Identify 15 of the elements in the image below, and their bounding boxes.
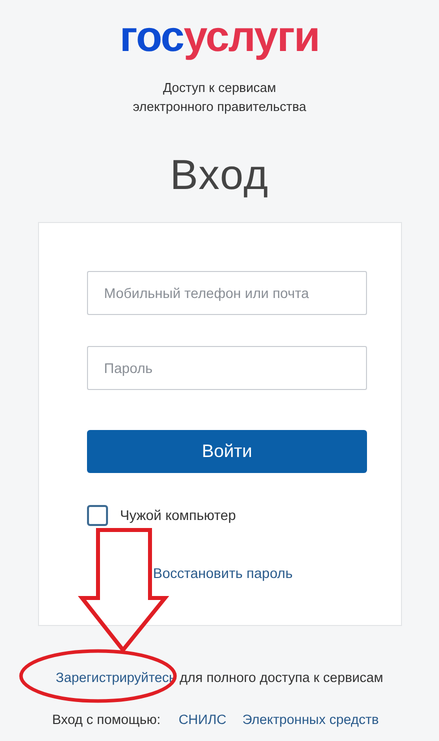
login-button[interactable]: Войти: [87, 430, 367, 473]
tagline-text: Доступ к сервисам: [162, 80, 276, 95]
checkbox-label: Чужой компьютер: [120, 506, 236, 525]
login-field[interactable]: Мобильный телефон или почта: [87, 271, 367, 315]
register-link[interactable]: Зарегистрируйтесь: [56, 670, 176, 685]
alt-login-label: Вход с помощью:: [52, 712, 161, 728]
checkbox[interactable]: [87, 505, 108, 526]
tagline-text: электронного правительства: [132, 99, 306, 114]
logo: госуслуги: [118, 12, 320, 59]
restore-password-link[interactable]: Восстановить пароль: [153, 565, 293, 581]
alt-login-link[interactable]: СНИЛС: [178, 712, 226, 728]
page-title: Вход: [170, 151, 269, 198]
register-text: для полного доступа к сервисам: [180, 670, 384, 685]
password-field[interactable]: Пароль: [87, 346, 367, 390]
alt-login-link[interactable]: Электронных средств: [242, 712, 379, 728]
